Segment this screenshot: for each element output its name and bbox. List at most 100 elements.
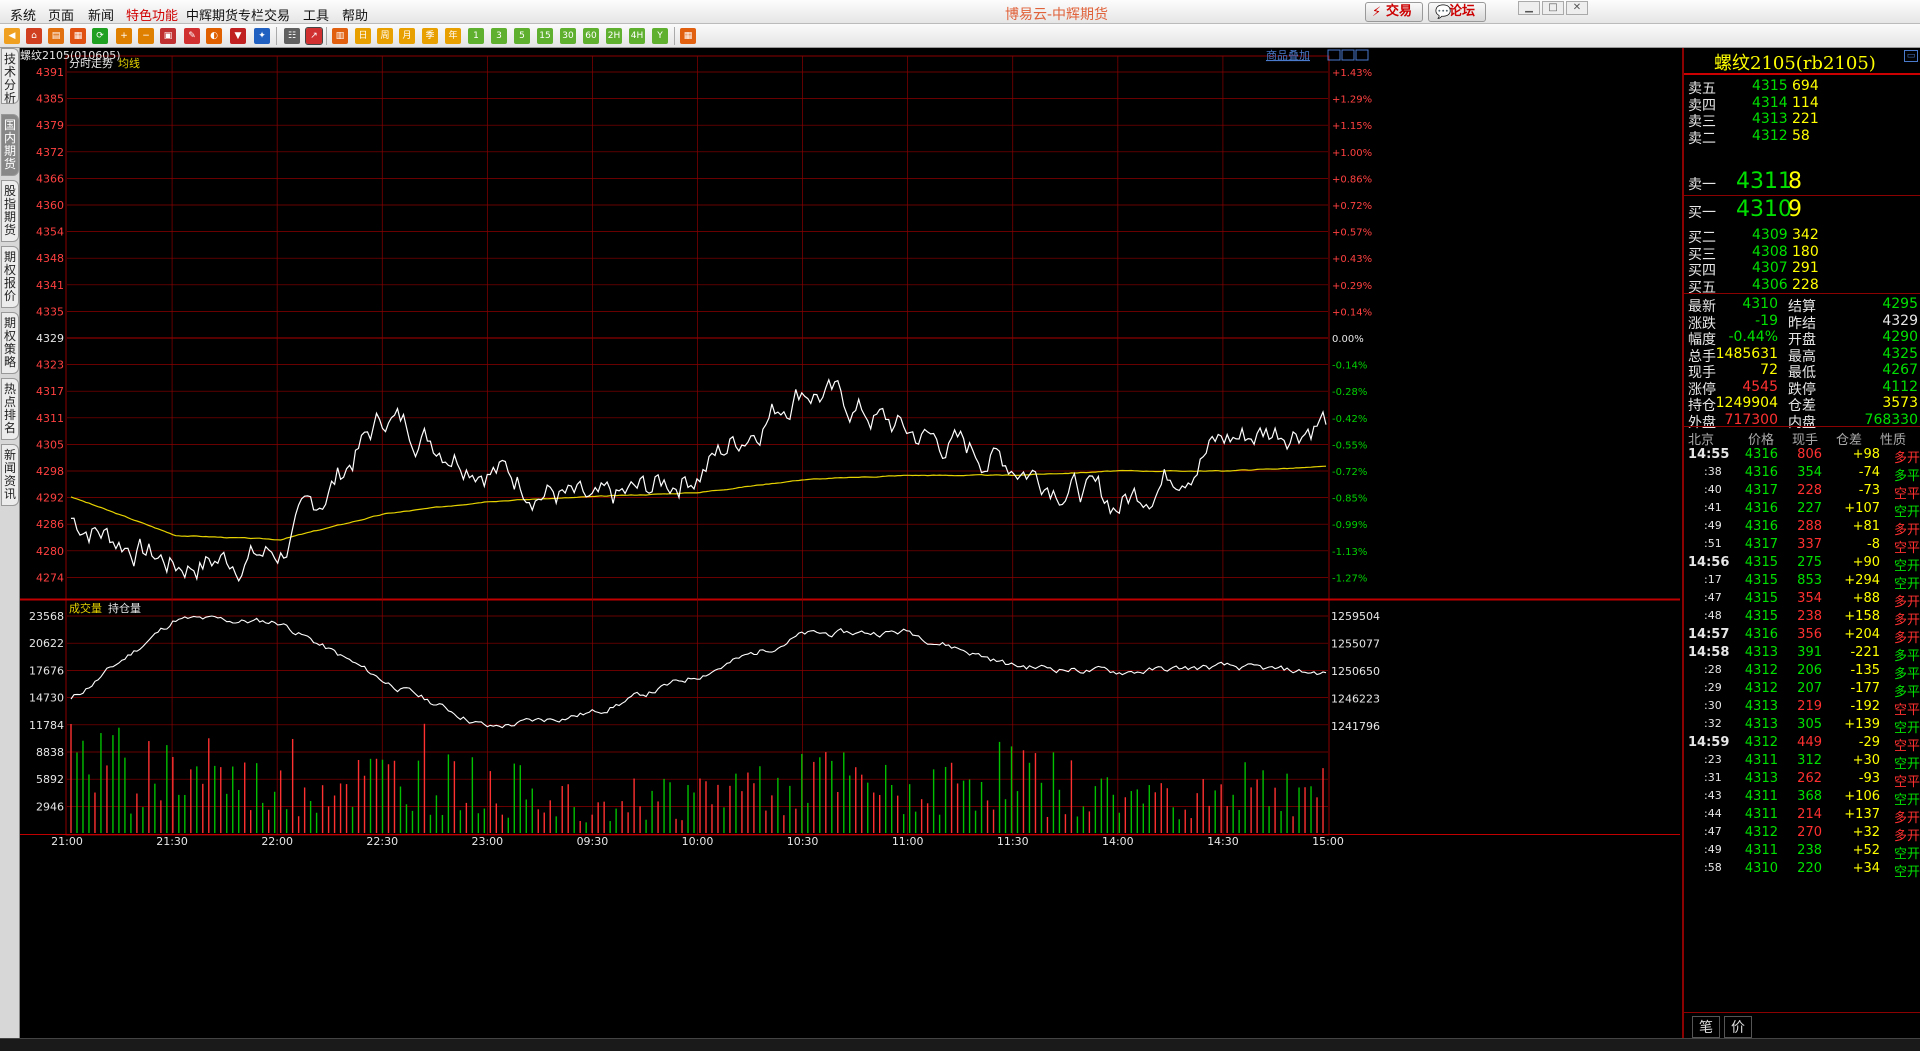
period-3min[interactable]: 3 [491, 28, 507, 44]
trade-button-label: 交易 [1386, 4, 1413, 19]
tick-volume: 368 [1797, 789, 1822, 804]
tab-domestic-futures[interactable]: 国内期货 [1, 114, 19, 176]
period-2h[interactable]: 2H [606, 28, 622, 44]
forum-button[interactable]: 💬 论坛 [1428, 2, 1486, 22]
tick-oi-change: +30 [1852, 753, 1880, 768]
percent-tick-label: 0.00% [1332, 334, 1364, 345]
zoom-in-icon[interactable]: + [116, 28, 132, 44]
tick-time: :44 [1704, 807, 1722, 820]
period-60min[interactable]: 60 [583, 28, 599, 44]
tick-time: :47 [1704, 825, 1722, 838]
menu-page[interactable]: 页面 [48, 5, 74, 24]
menu-zhonghui-column[interactable]: 中辉期货专栏 [186, 5, 264, 24]
tick-time: 14:59 [1688, 735, 1730, 750]
tick-time: :40 [1704, 483, 1722, 496]
chart-layout-icon[interactable] [1341, 49, 1355, 61]
menu-system[interactable]: 系统 [10, 5, 36, 24]
filter-icon[interactable]: ▼ [230, 28, 246, 44]
tick-price: 4312 [1744, 735, 1778, 750]
time-tick-label: 09:30 [577, 835, 609, 848]
percent-tick-label: -1.27% [1332, 573, 1367, 584]
period-year[interactable]: 年 [445, 28, 461, 44]
tab-by-price[interactable]: 价 [1724, 1016, 1752, 1038]
bid1-label: 买一 [1688, 205, 1716, 221]
tab-index-futures[interactable]: 股指期货 [1, 180, 19, 242]
period-1min[interactable]: 1 [468, 28, 484, 44]
refresh-icon[interactable]: ⟳ [92, 28, 108, 44]
price-tick-label: 4311 [36, 412, 64, 425]
tab-news-info[interactable]: 新闻资讯 [1, 444, 19, 506]
menu-tools[interactable]: 工具 [303, 5, 329, 24]
chart-zoom-icon[interactable] [1327, 49, 1341, 61]
tick-row: :49 4311 238 +52 空开 [1684, 841, 1920, 862]
period-day[interactable]: 日 [355, 28, 371, 44]
oi-tick-label: 1241796 [1331, 720, 1380, 733]
tab-option-quotes[interactable]: 期权报价 [1, 246, 19, 308]
tick-oi-change: -177 [1850, 681, 1880, 696]
ask-level-row: 卖二 4312 58 [1684, 126, 1920, 147]
zoom-out-icon[interactable]: − [138, 28, 154, 44]
chart-settings-icon[interactable] [1355, 49, 1369, 61]
panel-toggle-icon[interactable]: ▭ [1904, 50, 1918, 62]
period-15min[interactable]: 15 [537, 28, 553, 44]
oi-tick-label: 1255077 [1331, 638, 1380, 651]
period-30min[interactable]: 30 [560, 28, 576, 44]
percent-tick-label: +1.00% [1332, 148, 1372, 159]
quote-title-bar: 螺纹2105(rb2105) ▭ [1684, 48, 1920, 74]
news-icon[interactable]: ▦ [70, 28, 86, 44]
book-icon[interactable]: ▤ [48, 28, 64, 44]
tick-oi-change: +294 [1844, 573, 1880, 588]
status-bar [0, 1038, 1920, 1051]
close-icon[interactable]: ✕ [1566, 1, 1588, 15]
tab-technical-analysis[interactable]: 技术分析 [1, 48, 19, 105]
menu-features[interactable]: 特色功能 [126, 5, 178, 24]
period-5min[interactable]: 5 [514, 28, 530, 44]
tick-volume: 806 [1797, 447, 1822, 462]
period-month[interactable]: 月 [399, 28, 415, 44]
maximize-icon[interactable]: □ [1542, 1, 1564, 15]
tick-nature: 空开 [1893, 865, 1920, 880]
line-chart-icon[interactable]: ↗ [305, 27, 323, 45]
percent-tick-label: -0.42% [1332, 414, 1367, 425]
back-arrow-icon[interactable]: ◀ [4, 28, 20, 44]
open-interest-label: 持仓量 [108, 601, 141, 615]
tick-list-header: 北京 价格 现手 仓差 性质 [1684, 427, 1920, 448]
volume-tick-label: 2946 [36, 800, 64, 813]
time-tick-label: 15:00 [1312, 835, 1344, 848]
home-icon[interactable]: ⌂ [26, 28, 42, 44]
trade-button[interactable]: ⚡ 交易 [1365, 2, 1423, 22]
tick-detail-icon[interactable]: ▥ [332, 28, 348, 44]
price-tick-label: 4274 [36, 571, 64, 584]
minimize-icon[interactable]: ▁ [1518, 1, 1540, 15]
period-custom[interactable]: Y [652, 28, 668, 44]
tick-row: :43 4311 368 +106 空开 [1684, 787, 1920, 808]
intraday-chart[interactable]: 4391 +1.43% 4385 +1.29% 4379 +1.15% 4372 +1.00%… [20, 48, 1680, 1051]
period-4h[interactable]: 4H [629, 28, 645, 44]
time-tick-label: 22:30 [366, 835, 398, 848]
volume-tick-label: 14730 [29, 692, 64, 705]
tab-by-trade[interactable]: 笔 [1692, 1016, 1720, 1038]
tick-price: 4312 [1744, 681, 1778, 696]
period-quarter[interactable]: 季 [422, 28, 438, 44]
tick-time: :43 [1704, 789, 1722, 802]
palette-icon[interactable]: ◐ [206, 28, 222, 44]
percent-tick-label: +1.29% [1332, 95, 1372, 106]
menu-news[interactable]: 新闻 [88, 5, 114, 24]
tab-hot-ranking[interactable]: 热点排名 [1, 378, 19, 440]
tab-option-strategy[interactable]: 期权策略 [1, 312, 19, 374]
calendar-icon[interactable]: ▦ [680, 28, 696, 44]
menu-help[interactable]: 帮助 [342, 5, 368, 24]
quote-panel: 螺纹2105(rb2105) ▭ 卖五 4315 694 卖四 4314 114 卖三 431… [1682, 48, 1920, 1038]
table-icon[interactable]: ☷ [284, 28, 300, 44]
period-week[interactable]: 周 [377, 28, 393, 44]
settings-icon[interactable]: ✦ [254, 28, 270, 44]
bid-volume: 228 [1792, 276, 1819, 293]
ask1-price: 4311 [1736, 169, 1792, 194]
pen-icon[interactable]: ✎ [184, 28, 200, 44]
window-icon[interactable]: ▣ [160, 28, 176, 44]
menu-trade[interactable]: 交易 [264, 5, 290, 24]
chart-area[interactable]: 4391 +1.43% 4385 +1.29% 4379 +1.15% 4372 +1.00%… [20, 48, 1680, 1051]
tick-volume: 207 [1797, 681, 1822, 696]
tick-price: 4310 [1744, 861, 1778, 876]
overlay-link[interactable]: 商品叠加 [1266, 48, 1310, 62]
